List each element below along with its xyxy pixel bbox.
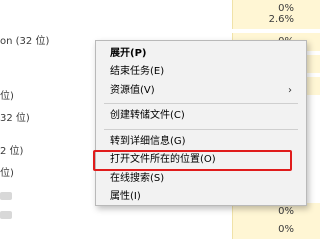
cpu-value: 0% xyxy=(232,221,320,239)
process-name: on (32 位) xyxy=(0,36,50,47)
menu-separator xyxy=(104,129,298,130)
table-row[interactable]: 2.6% xyxy=(0,11,320,29)
menu-item-search-online[interactable]: 在线搜索(S) xyxy=(96,170,306,188)
cpu-value: 2.6% xyxy=(232,11,320,29)
menu-item-properties[interactable]: 属性(I) xyxy=(96,188,306,206)
menu-item-resource-values[interactable]: 资源值(V) › xyxy=(96,82,306,100)
process-name: 32 位) xyxy=(0,113,30,124)
process-name: 2 位) xyxy=(0,146,24,157)
menu-item-end-task[interactable]: 结束任务(E) xyxy=(96,63,306,81)
table-row[interactable]: 0% xyxy=(0,221,320,239)
process-name: 位) xyxy=(0,91,14,102)
menu-item-label: 资源值(V) xyxy=(110,85,155,96)
menu-separator xyxy=(104,103,298,104)
process-icon xyxy=(0,211,12,219)
process-name: 位) xyxy=(0,168,14,179)
menu-item-create-dump[interactable]: 创建转储文件(C) xyxy=(96,107,306,125)
process-icon xyxy=(0,192,12,200)
menu-item-go-to-details[interactable]: 转到详细信息(G) xyxy=(96,133,306,151)
context-menu: 展开(P) 结束任务(E) 资源值(V) › 创建转储文件(C) 转到详细信息(… xyxy=(95,40,307,206)
menu-item-open-file-location[interactable]: 打开文件所在的位置(O) xyxy=(96,151,306,169)
menu-item-expand[interactable]: 展开(P) xyxy=(96,45,306,63)
chevron-right-icon: › xyxy=(288,85,292,96)
